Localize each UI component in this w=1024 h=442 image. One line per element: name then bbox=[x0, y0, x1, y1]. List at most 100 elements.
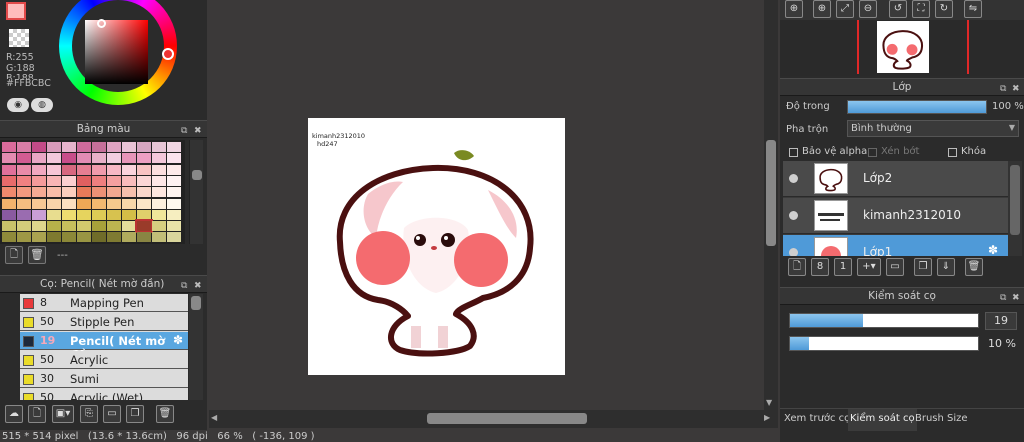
palette-swatch[interactable] bbox=[107, 209, 121, 220]
layer-scrollbar[interactable] bbox=[1008, 161, 1022, 256]
palette-swatch[interactable] bbox=[32, 175, 46, 186]
layer-opacity-slider[interactable] bbox=[847, 100, 987, 114]
palette-swatch[interactable] bbox=[152, 175, 166, 186]
palette-swatch[interactable] bbox=[62, 153, 76, 164]
brush-item[interactable]: 30 Sumi bbox=[20, 370, 188, 388]
brush-duplicate-icon[interactable]: ❐ bbox=[126, 405, 144, 423]
delete-layer-icon[interactable]: 🗑 bbox=[965, 258, 983, 276]
palette-scroll-thumb[interactable] bbox=[192, 170, 202, 180]
float-icon[interactable]: ⧉ bbox=[181, 123, 187, 139]
palette-swatch[interactable] bbox=[122, 187, 136, 198]
layer-settings-icon[interactable]: ✽ bbox=[988, 243, 998, 256]
palette-swatch[interactable] bbox=[152, 142, 166, 152]
new-layer-icon[interactable]: 🗋 bbox=[788, 258, 806, 276]
palette-swatch[interactable] bbox=[122, 142, 136, 152]
palette-swatch[interactable] bbox=[17, 209, 31, 220]
palette-swatch[interactable] bbox=[2, 153, 16, 164]
brush-opacity-slider[interactable] bbox=[789, 336, 979, 351]
palette-swatch[interactable] bbox=[32, 164, 46, 175]
palette-swatch[interactable] bbox=[122, 175, 136, 186]
add-layer-dropdown-icon[interactable]: +▾ bbox=[857, 258, 881, 276]
palette-swatch[interactable] bbox=[167, 175, 181, 186]
merge-layer-icon[interactable]: ⇓ bbox=[937, 258, 955, 276]
palette-swatch[interactable] bbox=[47, 209, 61, 220]
palette-swatch[interactable] bbox=[77, 232, 91, 243]
palette-swatch[interactable] bbox=[32, 232, 46, 243]
palette-swatch[interactable] bbox=[167, 153, 181, 164]
palette-swatch[interactable] bbox=[62, 187, 76, 198]
lock-checkbox[interactable] bbox=[948, 148, 957, 157]
brush-item[interactable]: 8 Mapping Pen bbox=[20, 294, 188, 312]
palette-swatch[interactable] bbox=[92, 153, 106, 164]
close-icon[interactable]: ✖ bbox=[1012, 290, 1020, 306]
tab-brush-size[interactable]: Brush Size bbox=[915, 413, 968, 424]
palette-swatch[interactable] bbox=[17, 221, 31, 232]
horizontal-scroll-thumb[interactable] bbox=[427, 413, 587, 424]
fullscreen-icon[interactable]: ⛶ bbox=[912, 0, 930, 18]
palette-swatch[interactable] bbox=[32, 142, 46, 152]
palette-swatch[interactable] bbox=[47, 175, 61, 186]
palette-swatch[interactable] bbox=[107, 175, 121, 186]
palette-swatch[interactable] bbox=[122, 164, 136, 175]
palette-swatch[interactable] bbox=[2, 232, 16, 243]
brush-scroll-thumb[interactable] bbox=[191, 296, 201, 310]
clipping-checkbox[interactable] bbox=[868, 148, 877, 157]
new-layer-8bit-icon[interactable]: 8 bbox=[811, 258, 829, 276]
canvas-horizontal-scrollbar[interactable]: ◀ ▶ bbox=[209, 410, 778, 428]
palette-swatch[interactable] bbox=[77, 209, 91, 220]
brush-cloud-icon[interactable]: ☁ bbox=[5, 405, 23, 423]
saturation-value-square[interactable] bbox=[85, 20, 148, 84]
palette-swatch[interactable] bbox=[92, 198, 106, 209]
drawing-canvas[interactable]: kimanh2312010 hd247 bbox=[308, 118, 565, 375]
palette-swatch[interactable] bbox=[2, 187, 16, 198]
foreground-color-swatch[interactable] bbox=[6, 2, 26, 20]
brush-item-selected[interactable]: 19Pencil( Nét mờ đần✽ bbox=[20, 332, 188, 362]
palette-swatch[interactable] bbox=[92, 187, 106, 198]
delete-color-button[interactable]: 🗑 bbox=[28, 246, 46, 264]
palette-swatch[interactable] bbox=[167, 164, 181, 175]
palette-swatch[interactable] bbox=[47, 142, 61, 152]
palette-swatch[interactable] bbox=[47, 187, 61, 198]
close-icon[interactable]: ✖ bbox=[1012, 81, 1020, 97]
palette-swatch[interactable] bbox=[137, 142, 151, 152]
palette-swatch[interactable] bbox=[62, 221, 76, 232]
scroll-down-arrow[interactable]: ▼ bbox=[766, 398, 772, 407]
palette-swatch[interactable] bbox=[107, 221, 121, 232]
palette-swatch[interactable] bbox=[92, 142, 106, 152]
palette-swatch[interactable] bbox=[77, 164, 91, 175]
brush-item[interactable]: 50 Stipple Pen bbox=[20, 313, 188, 331]
palette-swatch[interactable] bbox=[62, 142, 76, 152]
palette-swatch[interactable] bbox=[137, 232, 151, 243]
palette-swatch[interactable] bbox=[62, 209, 76, 220]
palette-swatch[interactable] bbox=[77, 198, 91, 209]
brush-folder-icon[interactable]: ▭ bbox=[103, 405, 121, 423]
palette-swatch[interactable] bbox=[107, 153, 121, 164]
palette-swatch[interactable] bbox=[92, 221, 106, 232]
tab-brush-preview[interactable]: Xem trước cọ bbox=[784, 413, 850, 424]
brush-type-dropdown-icon[interactable]: ▣▾ bbox=[52, 405, 74, 423]
tab-brush-control[interactable]: Kiểm soát cọ bbox=[848, 409, 917, 431]
palette-swatch[interactable] bbox=[32, 221, 46, 232]
vertical-scroll-thumb[interactable] bbox=[766, 140, 776, 246]
palette-swatch[interactable] bbox=[135, 219, 153, 234]
palette-swatch[interactable] bbox=[122, 153, 136, 164]
palette-swatch[interactable] bbox=[107, 187, 121, 198]
layer-row-selected[interactable]: Lớp1 ✽ bbox=[783, 235, 1008, 256]
palette-swatch[interactable] bbox=[47, 198, 61, 209]
hue-picker-handle[interactable] bbox=[162, 48, 174, 60]
palette-swatch[interactable] bbox=[2, 142, 16, 152]
palette-swatch[interactable] bbox=[2, 164, 16, 175]
palette-swatch[interactable] bbox=[47, 232, 61, 243]
float-icon[interactable]: ⧉ bbox=[1000, 290, 1006, 306]
canvas-vertical-scrollbar[interactable]: ▼ bbox=[764, 0, 778, 410]
palette-swatch[interactable] bbox=[167, 198, 181, 209]
zoom-in-icon[interactable]: ⊕ bbox=[785, 0, 803, 18]
palette-scrollbar[interactable] bbox=[189, 140, 203, 244]
palette-swatch[interactable] bbox=[62, 164, 76, 175]
palette-swatch[interactable] bbox=[2, 209, 16, 220]
palette-swatch[interactable] bbox=[152, 232, 166, 243]
palette-swatch[interactable] bbox=[17, 175, 31, 186]
palette-swatch[interactable] bbox=[77, 142, 91, 152]
eye-icon[interactable] bbox=[789, 211, 798, 220]
palette-swatch[interactable] bbox=[2, 221, 16, 232]
